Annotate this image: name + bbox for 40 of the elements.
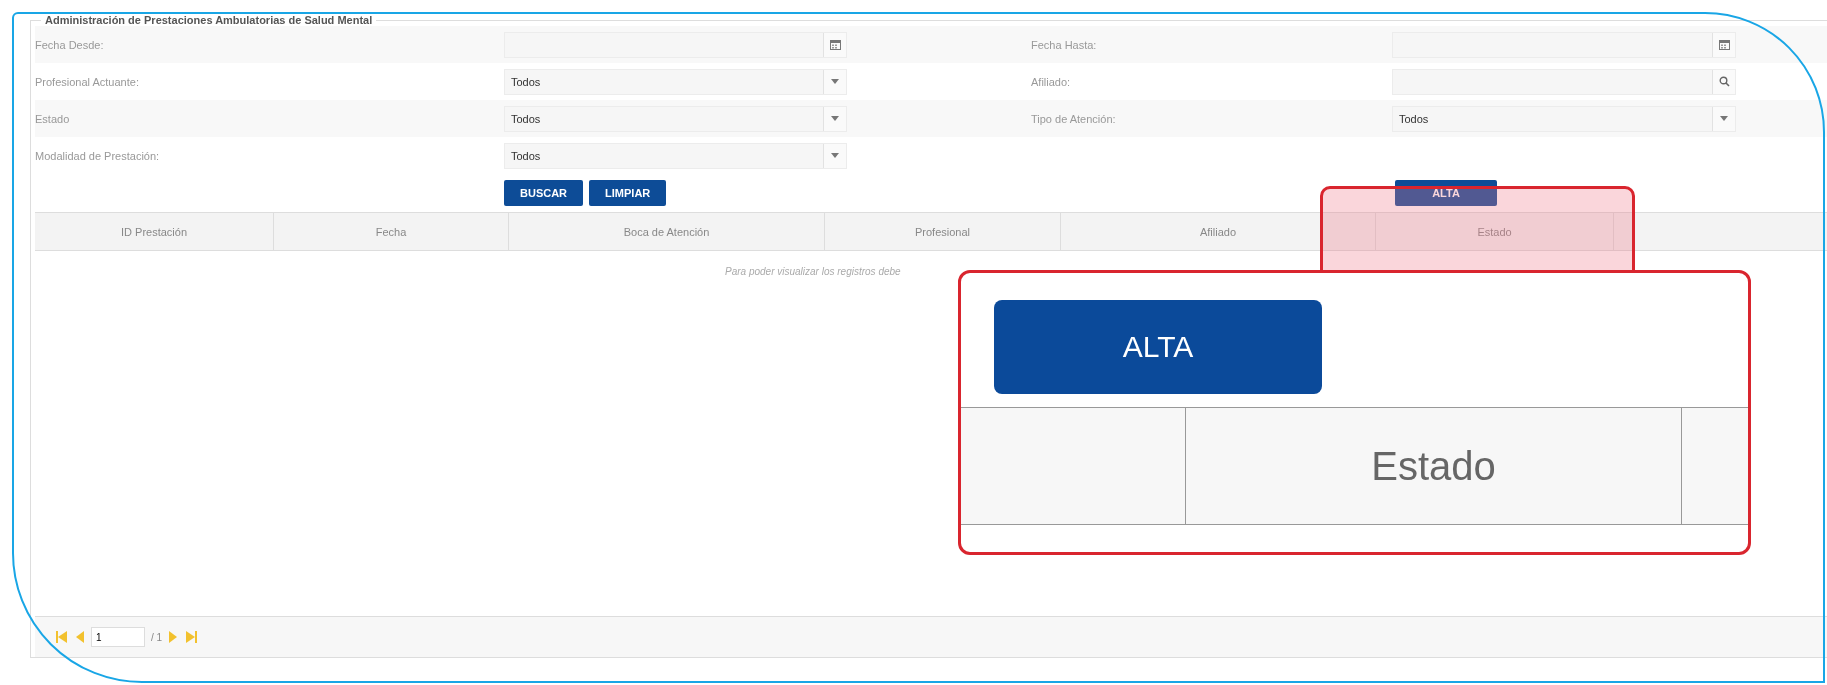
search-field[interactable] [1392,68,1736,95]
column-header: Estado [1376,213,1614,250]
page-total: / 1 [151,631,163,643]
search-button[interactable]: BUSCAR [504,180,584,206]
calendar-icon [829,39,841,50]
dropdown-field[interactable]: Todos [504,68,847,95]
caret-icon [831,79,839,84]
field-label: Profesional Actuante: [35,75,140,88]
date-field[interactable] [504,31,847,58]
caret-icon [1720,116,1728,121]
dropdown-field[interactable]: Todos [504,142,847,169]
dropdown-field[interactable]: Todos [1392,105,1736,132]
last-page-icon[interactable] [184,630,199,644]
empty-message: Para poder visualizar los registros debe [725,266,901,277]
column-header: Profesional [825,213,1061,250]
column-header: ID Prestación [35,213,274,250]
field-label: Fecha Hasta: [1031,38,1098,51]
date-field[interactable] [1392,31,1736,58]
dropdown-field[interactable]: Todos [504,105,847,132]
add-button[interactable]: ALTA [1395,180,1497,206]
first-page-icon[interactable] [55,630,69,644]
previous-page-icon[interactable] [75,630,85,644]
field-label: Tipo de Atención: [1031,112,1117,125]
column-header: Fecha [274,213,509,250]
page-field[interactable]: 1 [91,627,145,647]
column-header: Estado [1186,408,1682,524]
clear-button[interactable]: LIMPIAR [589,180,667,206]
field-label: Fecha Desde: [35,38,105,51]
add-button[interactable]: ALTA [994,300,1322,394]
field-label: Estado [35,112,71,125]
calendar-icon [1718,39,1730,50]
caret-icon [831,153,839,158]
field-label: Modalidad de Prestación: [35,149,161,162]
form-title: Administración de Prestaciones Ambulatorias de Salud Mental [44,14,374,26]
caret-icon [831,116,839,121]
column-header: Boca de Atención [509,213,825,250]
search-icon [1718,76,1730,87]
column-header: Afiliado [1061,213,1376,250]
field-label: Afiliado: [1031,75,1072,88]
next-page-icon[interactable] [168,630,179,644]
